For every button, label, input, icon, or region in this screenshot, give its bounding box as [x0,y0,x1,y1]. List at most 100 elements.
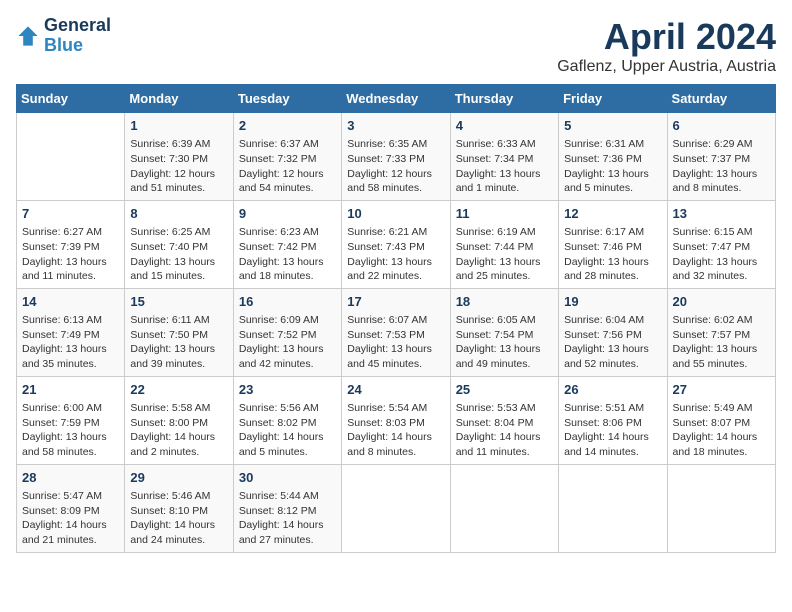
page-header: General Blue April 2024 Gaflenz, Upper A… [16,16,776,76]
day-info: Sunrise: 5:54 AM Sunset: 8:03 PM Dayligh… [347,401,444,460]
day-info: Sunrise: 6:07 AM Sunset: 7:53 PM Dayligh… [347,313,444,372]
day-info: Sunrise: 6:04 AM Sunset: 7:56 PM Dayligh… [564,313,661,372]
day-info: Sunrise: 6:19 AM Sunset: 7:44 PM Dayligh… [456,225,553,284]
calendar-cell: 30 Sunrise: 5:44 AM Sunset: 8:12 PM Dayli… [233,464,341,552]
calendar-cell: 10 Sunrise: 6:21 AM Sunset: 7:43 PM Dayli… [342,200,450,288]
calendar-cell: 24 Sunrise: 5:54 AM Sunset: 8:03 PM Dayli… [342,376,450,464]
day-info: Sunrise: 6:21 AM Sunset: 7:43 PM Dayligh… [347,225,444,284]
day-info: Sunrise: 6:25 AM Sunset: 7:40 PM Dayligh… [130,225,227,284]
logo-text-general: General Blue [44,16,111,56]
day-number: 7 [22,205,119,223]
logo-text-blue: Blue [44,35,83,55]
calendar-cell: 29 Sunrise: 5:46 AM Sunset: 8:10 PM Dayli… [125,464,233,552]
day-info: Sunrise: 6:17 AM Sunset: 7:46 PM Dayligh… [564,225,661,284]
day-number: 27 [673,381,770,399]
day-info: Sunrise: 6:00 AM Sunset: 7:59 PM Dayligh… [22,401,119,460]
logo-icon [16,24,40,48]
day-number: 24 [347,381,444,399]
calendar-cell [450,464,558,552]
calendar-cell: 5 Sunrise: 6:31 AM Sunset: 7:36 PM Daylig… [559,113,667,201]
day-number: 12 [564,205,661,223]
calendar-cell: 4Sunrise: 6:33 AM Sunset: 7:34 PM Daylig… [450,113,558,201]
calendar-cell: 3Sunrise: 6:35 AM Sunset: 7:33 PM Daylig… [342,113,450,201]
calendar-cell: 14Sunrise: 6:13 AM Sunset: 7:49 PM Dayli… [17,288,125,376]
calendar-cell: 1 Sunrise: 6:39 AM Sunset: 7:30 PM Daylig… [125,113,233,201]
calendar-cell: 6 Sunrise: 6:29 AM Sunset: 7:37 PM Daylig… [667,113,775,201]
weekday-header: Thursday [450,85,558,113]
day-info: Sunrise: 6:35 AM Sunset: 7:33 PM Dayligh… [347,137,444,196]
day-number: 10 [347,205,444,223]
calendar-cell: 11 Sunrise: 6:19 AM Sunset: 7:44 PM Dayli… [450,200,558,288]
calendar-cell [342,464,450,552]
day-number: 25 [456,381,553,399]
calendar-cell: 17 Sunrise: 6:07 AM Sunset: 7:53 PM Dayli… [342,288,450,376]
calendar-cell: 13 Sunrise: 6:15 AM Sunset: 7:47 PM Dayli… [667,200,775,288]
day-info: Sunrise: 6:23 AM Sunset: 7:42 PM Dayligh… [239,225,336,284]
calendar-cell [559,464,667,552]
day-info: Sunrise: 6:27 AM Sunset: 7:39 PM Dayligh… [22,225,119,284]
day-number: 2 [239,117,336,135]
day-number: 19 [564,293,661,311]
weekday-header: Tuesday [233,85,341,113]
day-number: 11 [456,205,553,223]
weekday-header: Sunday [17,85,125,113]
calendar-cell [17,113,125,201]
day-number: 13 [673,205,770,223]
day-info: Sunrise: 6:29 AM Sunset: 7:37 PM Dayligh… [673,137,770,196]
day-number: 16 [239,293,336,311]
day-info: Sunrise: 5:58 AM Sunset: 8:00 PM Dayligh… [130,401,227,460]
day-info: Sunrise: 6:02 AM Sunset: 7:57 PM Dayligh… [673,313,770,372]
calendar-cell: 12 Sunrise: 6:17 AM Sunset: 7:46 PM Dayli… [559,200,667,288]
day-info: Sunrise: 6:13 AM Sunset: 7:49 PM Dayligh… [22,313,119,372]
day-number: 17 [347,293,444,311]
month-title: April 2024 [557,16,776,58]
calendar-cell: 2 Sunrise: 6:37 AM Sunset: 7:32 PM Daylig… [233,113,341,201]
day-info: Sunrise: 5:51 AM Sunset: 8:06 PM Dayligh… [564,401,661,460]
calendar-cell: 18 Sunrise: 6:05 AM Sunset: 7:54 PM Dayli… [450,288,558,376]
calendar-cell: 21Sunrise: 6:00 AM Sunset: 7:59 PM Dayli… [17,376,125,464]
calendar-cell: 22 Sunrise: 5:58 AM Sunset: 8:00 PM Dayli… [125,376,233,464]
day-number: 9 [239,205,336,223]
calendar-cell: 20 Sunrise: 6:02 AM Sunset: 7:57 PM Dayli… [667,288,775,376]
calendar-cell: 28 Sunrise: 5:47 AM Sunset: 8:09 PM Dayli… [17,464,125,552]
day-number: 15 [130,293,227,311]
day-info: Sunrise: 5:47 AM Sunset: 8:09 PM Dayligh… [22,489,119,548]
calendar-cell: 25 Sunrise: 5:53 AM Sunset: 8:04 PM Dayli… [450,376,558,464]
day-info: Sunrise: 5:53 AM Sunset: 8:04 PM Dayligh… [456,401,553,460]
title-area: April 2024 Gaflenz, Upper Austria, Austr… [557,16,776,76]
day-info: Sunrise: 6:39 AM Sunset: 7:30 PM Dayligh… [130,137,227,196]
day-number: 8 [130,205,227,223]
day-info: Sunrise: 6:15 AM Sunset: 7:47 PM Dayligh… [673,225,770,284]
day-info: Sunrise: 5:56 AM Sunset: 8:02 PM Dayligh… [239,401,336,460]
day-info: Sunrise: 6:09 AM Sunset: 7:52 PM Dayligh… [239,313,336,372]
day-number: 22 [130,381,227,399]
day-info: Sunrise: 5:49 AM Sunset: 8:07 PM Dayligh… [673,401,770,460]
day-number: 28 [22,469,119,487]
weekday-header: Monday [125,85,233,113]
day-number: 30 [239,469,336,487]
day-number: 18 [456,293,553,311]
calendar-cell: 8 Sunrise: 6:25 AM Sunset: 7:40 PM Daylig… [125,200,233,288]
weekday-header: Friday [559,85,667,113]
day-info: Sunrise: 5:44 AM Sunset: 8:12 PM Dayligh… [239,489,336,548]
day-info: Sunrise: 6:05 AM Sunset: 7:54 PM Dayligh… [456,313,553,372]
day-number: 26 [564,381,661,399]
weekday-header: Saturday [667,85,775,113]
day-number: 6 [673,117,770,135]
calendar-cell: 15Sunrise: 6:11 AM Sunset: 7:50 PM Dayli… [125,288,233,376]
calendar-cell: 16 Sunrise: 6:09 AM Sunset: 7:52 PM Dayli… [233,288,341,376]
day-number: 20 [673,293,770,311]
day-info: Sunrise: 5:46 AM Sunset: 8:10 PM Dayligh… [130,489,227,548]
calendar-cell: 27 Sunrise: 5:49 AM Sunset: 8:07 PM Dayli… [667,376,775,464]
calendar-cell: 23Sunrise: 5:56 AM Sunset: 8:02 PM Dayli… [233,376,341,464]
calendar-table: SundayMondayTuesdayWednesdayThursdayFrid… [16,84,776,553]
location-title: Gaflenz, Upper Austria, Austria [557,58,776,76]
day-info: Sunrise: 6:37 AM Sunset: 7:32 PM Dayligh… [239,137,336,196]
day-number: 4 [456,117,553,135]
day-info: Sunrise: 6:31 AM Sunset: 7:36 PM Dayligh… [564,137,661,196]
calendar-cell: 9 Sunrise: 6:23 AM Sunset: 7:42 PM Daylig… [233,200,341,288]
day-number: 5 [564,117,661,135]
weekday-header: Wednesday [342,85,450,113]
day-number: 1 [130,117,227,135]
day-number: 29 [130,469,227,487]
